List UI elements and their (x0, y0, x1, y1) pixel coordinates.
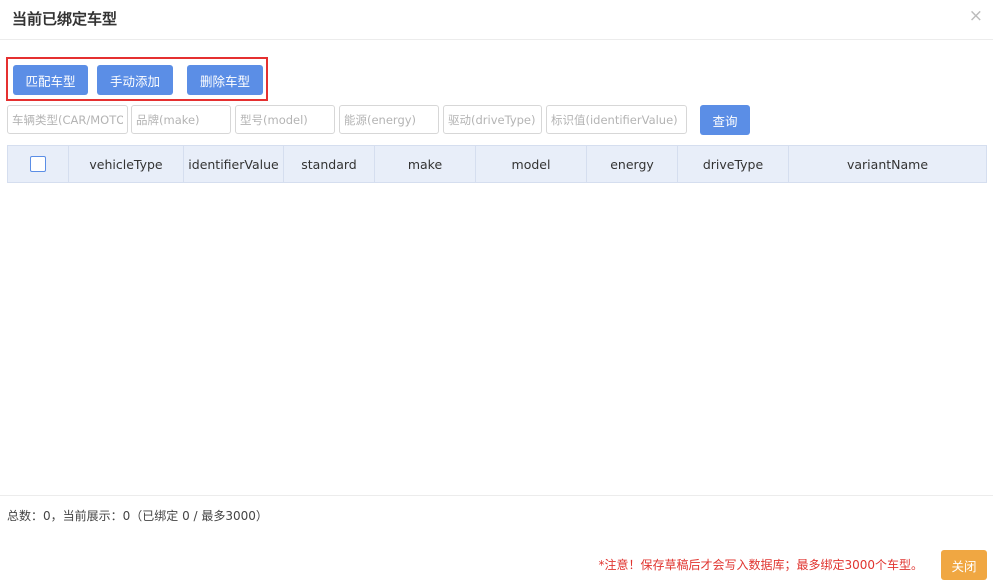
vehicle-type-input[interactable] (7, 105, 128, 134)
summary-text: 总数：0，当前展示：0（已绑定 0 / 最多3000） (7, 509, 268, 523)
column-header: standard (284, 146, 375, 182)
select-all-cell (8, 146, 69, 182)
close-button[interactable]: 关闭 (941, 550, 987, 580)
make-input[interactable] (131, 105, 231, 134)
manual-add-button[interactable]: 手动添加 (97, 65, 173, 95)
header-divider (0, 39, 993, 40)
dialog-title: 当前已绑定车型 (12, 10, 118, 28)
model-input[interactable] (235, 105, 335, 134)
column-header: energy (587, 146, 678, 182)
delete-vehicle-button[interactable]: 删除车型 (187, 65, 263, 95)
energy-input[interactable] (339, 105, 439, 134)
query-button[interactable]: 查询 (700, 105, 750, 135)
column-header: model (476, 146, 587, 182)
table-header: vehicleType identifierValue standard mak… (7, 145, 987, 183)
close-icon[interactable]: × (969, 6, 983, 26)
match-vehicle-button[interactable]: 匹配车型 (13, 65, 88, 95)
select-all-checkbox[interactable] (30, 156, 46, 172)
column-header: vehicleType (69, 146, 184, 182)
column-header: driveType (678, 146, 789, 182)
column-header: identifierValue (184, 146, 284, 182)
column-header: make (375, 146, 476, 182)
identifier-value-input[interactable] (546, 105, 687, 134)
drive-type-input[interactable] (443, 105, 542, 134)
footer-divider (0, 495, 993, 496)
notice-text: *注意！保存草稿后才会写入数据库；最多绑定3000个车型。 (598, 558, 923, 572)
column-header: variantName (846, 156, 929, 172)
table-body (7, 183, 987, 493)
